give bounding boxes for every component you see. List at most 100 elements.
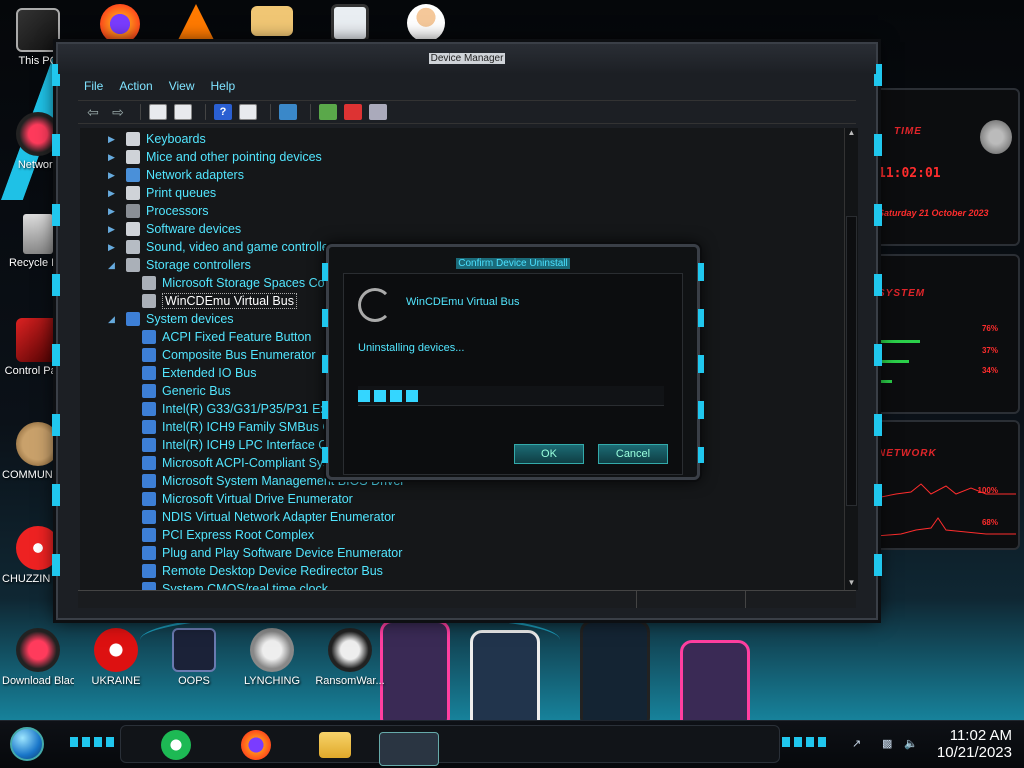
gear-lock-icon	[250, 628, 294, 672]
collapse-icon[interactable]: ◢	[108, 314, 120, 325]
computer-icon	[16, 8, 60, 52]
scroll-up-icon[interactable]: ▲	[845, 128, 858, 140]
tree-category[interactable]: ▶ Keyboards	[108, 130, 206, 148]
ok-button[interactable]: OK	[514, 444, 584, 464]
status-segment	[746, 591, 856, 608]
tree-device[interactable]: ACPI Fixed Feature Button	[142, 328, 311, 346]
scroll-thumb[interactable]	[846, 216, 857, 506]
clock-time: 11:02 AM	[949, 727, 1012, 744]
download-black-alien-icon[interactable]: Download Black Ali...	[2, 628, 74, 688]
tree-category[interactable]: ▶ Network adapters	[108, 166, 244, 184]
system-device-icon	[126, 312, 140, 326]
tree-device[interactable]: Remote Desktop Device Redirector Bus	[142, 562, 383, 580]
processor-icon	[126, 204, 140, 218]
expand-icon[interactable]: ▶	[108, 170, 120, 181]
properties-icon[interactable]	[149, 104, 167, 120]
system-device-icon	[142, 564, 156, 578]
cancel-button[interactable]: Cancel	[598, 444, 668, 464]
start-button[interactable]	[10, 727, 44, 761]
window-deco-right	[874, 64, 882, 604]
tree-category[interactable]: ▶ Mice and other pointing devices	[108, 148, 322, 166]
firefox-desktop-icon[interactable]	[84, 4, 156, 47]
app-desktop-icon[interactable]	[314, 4, 386, 45]
tree-device[interactable]: Plug and Play Software Device Enumerator	[142, 544, 402, 562]
tree-category[interactable]: ▶ Processors	[108, 202, 209, 220]
toolbar-separator	[310, 104, 311, 120]
update-driver-icon[interactable]	[319, 104, 337, 120]
uninstall-icon[interactable]	[344, 104, 362, 120]
tree-device[interactable]: WinCDEmu Virtual Bus	[142, 292, 297, 310]
scan-hardware-icon[interactable]	[279, 104, 297, 120]
toolbar-separator	[205, 104, 206, 120]
menu-file[interactable]: File	[78, 76, 109, 98]
show-hidden-icons-icon[interactable]: ↗	[852, 737, 861, 750]
expand-icon[interactable]: ▶	[108, 224, 120, 235]
tree-category[interactable]: ◢ System devices	[108, 310, 234, 328]
toolbar-separator	[140, 104, 141, 120]
tree-device[interactable]: PCI Express Root Complex	[142, 526, 314, 544]
hxd-desktop-icon[interactable]	[236, 6, 308, 39]
view-icon[interactable]	[239, 104, 257, 120]
tree-device[interactable]: Microsoft ACPI-Compliant System	[142, 454, 350, 472]
scroll-down-icon[interactable]: ▼	[845, 578, 858, 590]
user-desktop-icon[interactable]	[390, 4, 462, 45]
tree-category[interactable]: ◢ Storage controllers	[108, 256, 251, 274]
clock[interactable]: 11:02 AM 10/21/2023	[937, 727, 1012, 761]
tree-device[interactable]: Microsoft Virtual Drive Enumerator	[142, 490, 353, 508]
tree-category[interactable]: ▶ Print queues	[108, 184, 216, 202]
speaker-icon	[126, 240, 140, 254]
time-gadget: TIME 11:02:01 Saturday 21 October 2023	[872, 88, 1020, 246]
tree-item-label: Remote Desktop Device Redirector Bus	[162, 564, 383, 578]
tree-item-label: NDIS Virtual Network Adapter Enumerator	[162, 510, 396, 524]
device-manager-icon[interactable]	[379, 732, 439, 766]
file-explorer-icon[interactable]	[319, 732, 351, 758]
expand-icon[interactable]: ▶	[108, 242, 120, 253]
tree-item-label: Extended IO Bus	[162, 366, 257, 380]
network-adapter-icon	[126, 168, 140, 182]
expand-icon[interactable]: ▶	[108, 206, 120, 217]
dialog-title: Confirm Device Uninstall	[456, 258, 570, 269]
tree-category[interactable]: ▶ Sound, video and game controllers	[108, 238, 339, 256]
dialog-title-bar[interactable]: Confirm Device Uninstall	[329, 253, 697, 271]
expand-icon[interactable]: ▶	[108, 134, 120, 145]
storage-controller-icon	[142, 294, 156, 308]
tree-item-label: Plug and Play Software Device Enumerator	[162, 546, 403, 560]
system-device-icon	[142, 420, 156, 434]
status-segment	[637, 591, 747, 608]
tree-device[interactable]: System CMOS/real time clock	[142, 580, 328, 590]
menu-help[interactable]: Help	[205, 76, 242, 98]
show-hide-icon[interactable]	[174, 104, 192, 120]
menu-action[interactable]: Action	[113, 76, 158, 98]
notes-app-icon[interactable]	[161, 730, 191, 760]
tree-device[interactable]: Extended IO Bus	[142, 364, 257, 382]
firefox-icon[interactable]	[241, 730, 271, 760]
menu-view[interactable]: View	[163, 76, 201, 98]
tree-category[interactable]: ▶ Software devices	[108, 220, 241, 238]
tree-device[interactable]: NDIS Virtual Network Adapter Enumerator	[142, 508, 395, 526]
progress-fill	[358, 390, 420, 402]
network-tray-icon[interactable]: ▩	[882, 737, 892, 750]
expand-icon[interactable]: ▶	[108, 188, 120, 199]
collapse-icon[interactable]: ◢	[108, 260, 120, 271]
window-title-bar[interactable]: Device Manager	[58, 44, 876, 74]
disable-icon[interactable]	[369, 104, 387, 120]
oops-file-icon[interactable]: OOPS	[158, 628, 230, 688]
vlc-desktop-icon[interactable]	[160, 4, 232, 43]
expand-icon[interactable]: ▶	[108, 152, 120, 163]
back-arrow-icon[interactable]: ⇦	[84, 104, 102, 120]
system-device-icon	[142, 348, 156, 362]
tree-device[interactable]: Composite Bus Enumerator	[142, 346, 316, 364]
help-icon[interactable]: ?	[214, 104, 232, 120]
volume-icon[interactable]: 🔈	[904, 737, 918, 750]
lynching-file-icon[interactable]: LYNCHING	[236, 628, 308, 688]
ransomware-file-icon[interactable]: RansomWar...	[314, 628, 386, 688]
ukraine-file-icon[interactable]: UKRAINE	[80, 628, 152, 688]
clock-date: 10/21/2023	[936, 744, 1012, 761]
skull-icon	[328, 628, 372, 672]
dialog-deco-right	[698, 263, 704, 463]
system-device-icon	[142, 546, 156, 560]
forward-arrow-icon[interactable]: ⇨	[109, 104, 127, 120]
tree-device[interactable]: Generic Bus	[142, 382, 231, 400]
vertical-scrollbar[interactable]: ▲ ▼	[844, 128, 858, 590]
system-device-icon	[142, 474, 156, 488]
